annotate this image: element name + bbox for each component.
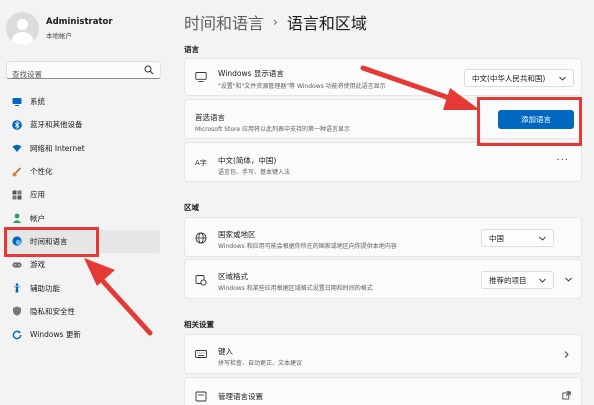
brush-icon xyxy=(12,166,22,177)
language-settings-icon xyxy=(195,391,207,402)
chevron-down-icon xyxy=(559,76,566,81)
chevron-down-icon xyxy=(539,278,546,283)
external-link-icon xyxy=(562,391,571,400)
user-account-type: 本地帐户 xyxy=(46,32,72,40)
sidebar-item-bluetooth[interactable]: 蓝牙和其他设备 xyxy=(4,113,160,136)
gamepad-icon xyxy=(12,262,22,268)
search-input[interactable] xyxy=(7,66,137,83)
sidebar-item-label: 网络和 Internet xyxy=(30,143,85,153)
annotation-highlight-nav xyxy=(4,227,99,257)
language-item-subtitle: 语言包、手写、基本键入法 xyxy=(218,169,291,176)
country-region-dropdown[interactable]: 中国 xyxy=(481,229,554,247)
sidebar-item-personalization[interactable]: 个性化 xyxy=(4,160,160,183)
language-item-chinese[interactable]: A字 中文(简体，中国) 语言包、手写、基本键入法 ··· xyxy=(184,142,582,182)
regional-format-card[interactable]: 区域格式 Windows 和某些应用根据区域格式设置日期和时间的格式 推荐的项目 xyxy=(184,259,582,299)
search-box xyxy=(6,61,161,83)
section-title-language: 语言 xyxy=(184,45,199,54)
chevron-down-icon[interactable] xyxy=(564,275,573,284)
preferred-language-title: 首选语言 xyxy=(195,113,225,122)
sidebar-item-label: 系统 xyxy=(30,97,45,107)
search-icon[interactable] xyxy=(144,65,154,75)
person-icon xyxy=(12,213,22,224)
dropdown-value: 中国 xyxy=(489,233,504,243)
sidebar-item-system[interactable]: 系统 xyxy=(4,90,160,113)
sidebar-item-label: 隐私和安全性 xyxy=(30,306,75,316)
sidebar-item-windows-update[interactable]: Windows 更新 xyxy=(4,323,160,346)
bluetooth-icon xyxy=(12,120,22,130)
typing-subtitle: 拼写检查、自动更正、文本建议 xyxy=(218,360,303,367)
breadcrumb: 时间和语言 › 语言和区域 xyxy=(184,10,367,34)
sidebar-item-privacy[interactable]: 隐私和安全性 xyxy=(4,300,160,323)
chevron-right-icon: › xyxy=(273,15,278,29)
sidebar-item-label: 帐户 xyxy=(30,213,45,223)
svg-text:A字: A字 xyxy=(195,158,207,167)
section-title-region: 区域 xyxy=(184,203,199,212)
breadcrumb-parent[interactable]: 时间和语言 xyxy=(184,10,264,34)
avatar[interactable] xyxy=(6,12,39,45)
nav-list: 系统 蓝牙和其他设备 网络和 Internet 个性化 应用 帐户 时间和语言 xyxy=(4,90,160,346)
sidebar-item-label: 蓝牙和其他设备 xyxy=(30,120,83,130)
country-region-card: 国家或地区 Windows 和应用可能会根据你所在的国家或地区向你提供本地内容 … xyxy=(184,217,582,257)
sidebar-item-accessibility[interactable]: 辅助功能 xyxy=(4,276,160,299)
language-item-title: 中文(简体，中国) xyxy=(218,156,277,165)
sidebar-item-label: 个性化 xyxy=(30,167,53,177)
preferred-language-subtitle: Microsoft Store 应用将以此列表中支持的第一种语言显示 xyxy=(195,126,350,133)
sidebar-item-apps[interactable]: 应用 xyxy=(4,183,160,206)
display-language-subtitle: "设置"和"文件资源管理器"等 Windows 功能将使用此语言显示 xyxy=(218,83,386,90)
typing-title: 键入 xyxy=(218,347,233,356)
apps-icon xyxy=(12,190,22,200)
update-icon xyxy=(12,330,22,339)
sidebar-item-label: 游戏 xyxy=(30,260,45,270)
sidebar-item-label: Windows 更新 xyxy=(30,330,81,340)
annotation-highlight-button xyxy=(477,97,582,146)
display-language-card: Windows 显示语言 "设置"和"文件资源管理器"等 Windows 功能将… xyxy=(184,58,582,96)
manage-language-settings-card[interactable]: 管理语言设置 xyxy=(184,377,582,405)
country-region-subtitle: Windows 和应用可能会根据你所在的国家或地区向你提供本地内容 xyxy=(218,243,397,250)
country-region-title: 国家或地区 xyxy=(218,230,256,239)
shield-icon xyxy=(13,306,21,316)
monitor-icon xyxy=(195,72,207,82)
section-title-related: 相关设置 xyxy=(184,320,214,329)
monitor-icon xyxy=(12,97,22,106)
sidebar-item-label: 应用 xyxy=(30,190,45,200)
wifi-icon xyxy=(12,144,22,153)
typing-card[interactable]: 键入 拼写检查、自动更正、文本建议 xyxy=(184,334,582,374)
sidebar: Administrator 本地帐户 系统 蓝牙和其他设备 网络和 Intern… xyxy=(0,0,168,405)
accessibility-icon xyxy=(13,283,21,293)
regional-format-dropdown[interactable]: 推荐的项目 xyxy=(481,271,554,289)
regional-format-title: 区域格式 xyxy=(218,272,248,281)
chevron-down-icon xyxy=(539,236,546,241)
display-language-title: Windows 显示语言 xyxy=(218,69,284,78)
more-options-icon[interactable]: ··· xyxy=(556,155,569,166)
manage-language-title: 管理语言设置 xyxy=(218,392,263,401)
keyboard-icon xyxy=(195,350,207,358)
sidebar-item-label: 辅助功能 xyxy=(30,283,60,293)
regional-format-icon xyxy=(195,275,207,286)
display-language-dropdown[interactable]: 中文(中华人民共和国) xyxy=(464,69,574,87)
dropdown-value: 推荐的项目 xyxy=(489,275,527,285)
chevron-right-icon xyxy=(564,351,569,358)
page-title: 语言和区域 xyxy=(286,14,367,33)
user-name: Administrator xyxy=(46,17,113,27)
sidebar-item-network[interactable]: 网络和 Internet xyxy=(4,137,160,160)
dropdown-value: 中文(中华人民共和国) xyxy=(472,73,546,83)
regional-format-subtitle: Windows 和某些应用根据区域格式设置日期和时间的格式 xyxy=(218,285,373,292)
language-icon: A字 xyxy=(195,158,207,167)
globe-icon xyxy=(195,232,207,244)
